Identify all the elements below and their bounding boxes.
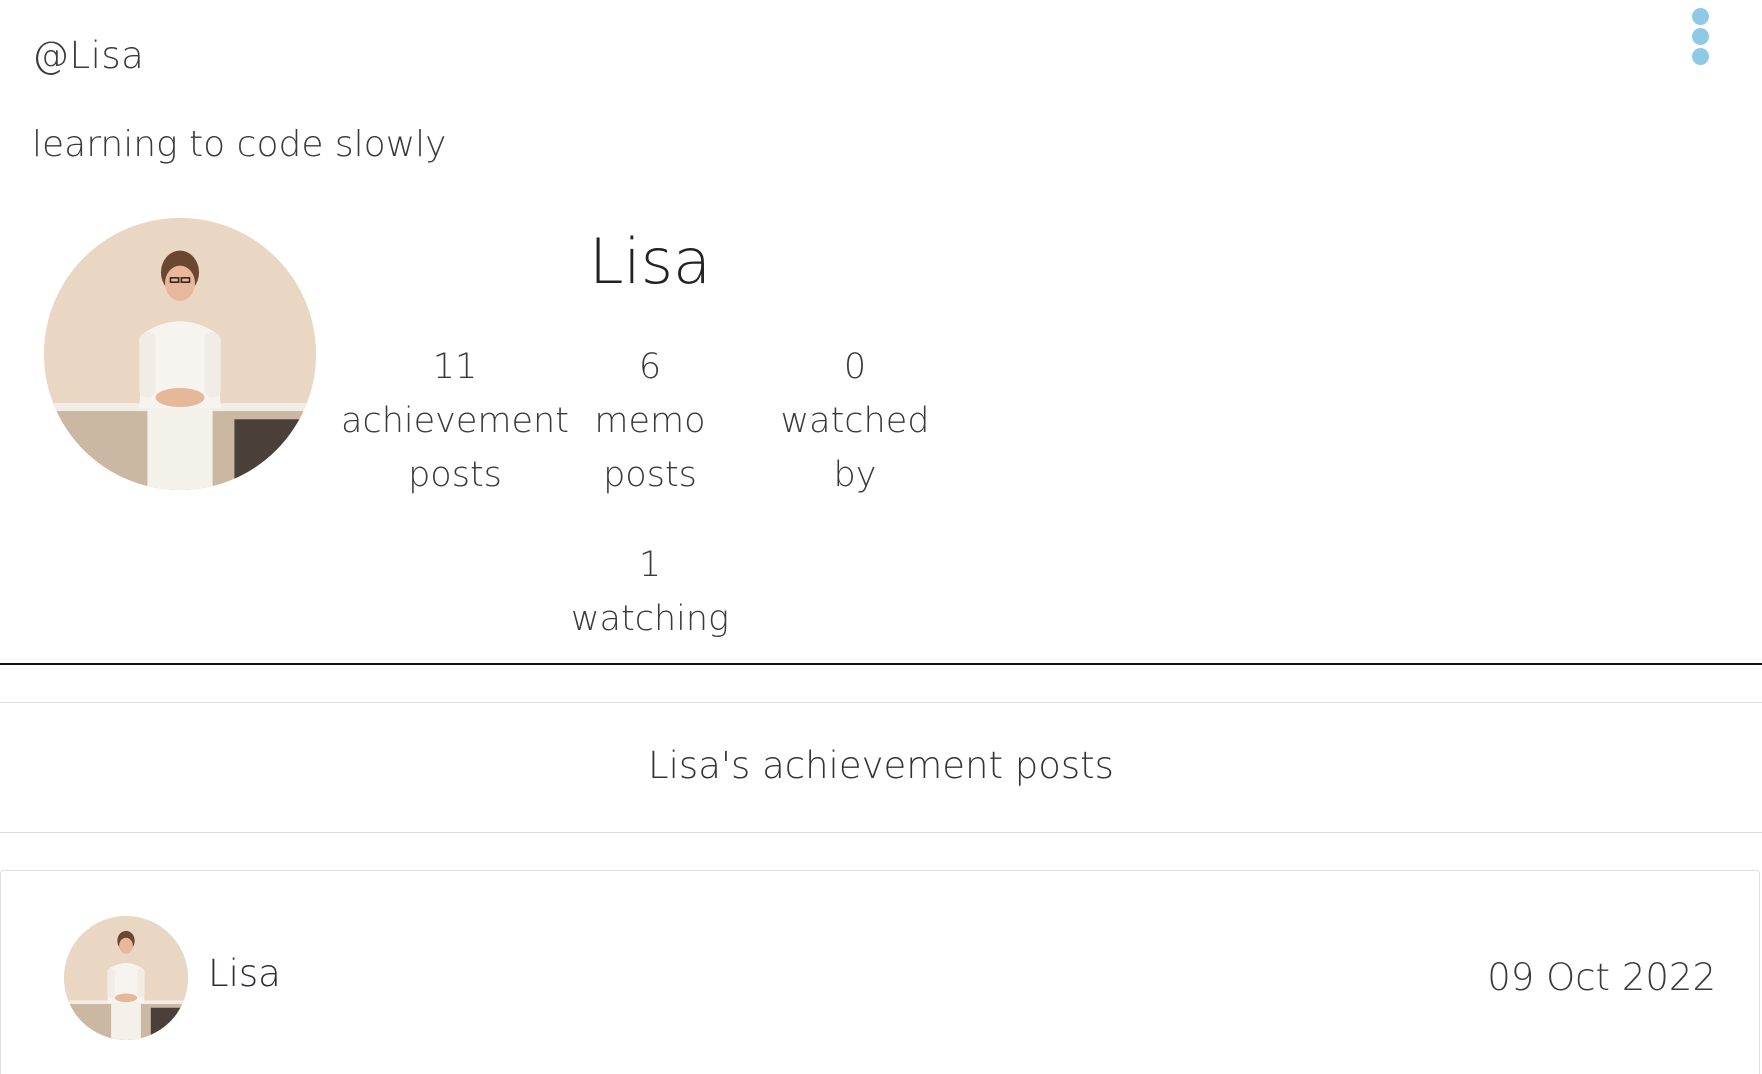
profile-handle: @Lisa: [32, 34, 145, 77]
profile-divider: [0, 663, 1762, 665]
stat-label: achievement posts: [341, 401, 569, 495]
post-author-avatar[interactable]: [64, 916, 188, 1040]
more-options-icon: [1692, 8, 1709, 25]
profile-name: Lisa: [588, 225, 712, 298]
stat-count: 6: [638, 347, 662, 387]
stat-count: 1: [638, 545, 662, 585]
section-divider-bottom: [0, 832, 1762, 833]
stat-count: 0: [843, 347, 867, 387]
profile-bio: learning to code slowly: [32, 124, 447, 165]
stat-achievement-posts[interactable]: 11 achievement posts: [330, 340, 580, 502]
more-options-button[interactable]: [1680, 6, 1720, 68]
section-title: Lisa's achievement posts: [648, 744, 1114, 787]
stat-count: 11: [432, 347, 478, 387]
more-options-icon-dot: [1692, 28, 1709, 45]
more-options-icon-dot: [1692, 48, 1709, 65]
stat-watching[interactable]: 1 watching: [550, 538, 750, 646]
stat-watched-by[interactable]: 0 watched by: [745, 340, 965, 502]
post-date: 09 Oct 2022: [1487, 956, 1716, 999]
profile-avatar: [44, 218, 316, 490]
stat-label: memo posts: [594, 401, 706, 495]
post-author-name[interactable]: Lisa: [208, 952, 281, 995]
stat-label: watched by: [780, 401, 930, 495]
stat-label: watching: [570, 599, 730, 639]
stat-memo-posts[interactable]: 6 memo posts: [560, 340, 740, 502]
section-divider-top: [0, 702, 1762, 703]
